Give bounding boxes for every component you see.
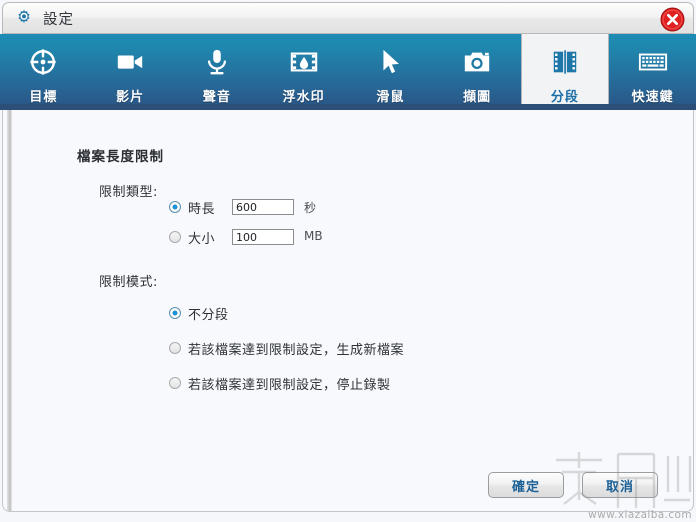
- radio-row-size[interactable]: 大小: [169, 227, 215, 247]
- microphone-icon: [201, 46, 233, 78]
- radio-size-label: 大小: [188, 231, 216, 247]
- title-bar: 設定: [2, 2, 694, 34]
- ok-button[interactable]: 確定: [488, 472, 564, 498]
- tab-audio[interactable]: 聲音: [174, 34, 261, 108]
- duration-unit-label: 秒: [304, 201, 317, 215]
- tab-mouse[interactable]: 滑鼠: [347, 34, 434, 108]
- close-icon[interactable]: [660, 7, 685, 32]
- page-title: 檔案長度限制: [77, 149, 164, 165]
- radio-stop-record[interactable]: [169, 377, 181, 389]
- radio-row-stop-record[interactable]: 若該檔案達到限制設定，停止錄製: [169, 373, 391, 393]
- target-icon: [27, 46, 59, 78]
- radio-new-file-label: 若該檔案達到限制設定，生成新檔案: [188, 342, 405, 358]
- camera-icon: [461, 46, 493, 78]
- limit-type-label: 限制類型:: [99, 185, 158, 200]
- tab-label: 影片: [116, 90, 145, 105]
- settings-window: 設定 目標 影片 聲音 浮水印 滑鼠 擷圖 分段 快速鍵 檔案長度限制 限制類型…: [0, 0, 696, 522]
- tab-video[interactable]: 影片: [87, 34, 174, 108]
- size-value-input[interactable]: [232, 229, 294, 245]
- size-unit-label: MB: [304, 229, 323, 243]
- tab-hotkeys[interactable]: 快速鍵: [609, 34, 696, 108]
- film-split-icon: [549, 46, 581, 78]
- limit-mode-label: 限制模式:: [99, 275, 158, 290]
- radio-no-split-label: 不分段: [188, 307, 229, 323]
- tab-label: 浮水印: [282, 90, 325, 105]
- panel-left-rail: [7, 110, 12, 511]
- gear-icon: [18, 9, 30, 24]
- tab-strip: 目標 影片 聲音 浮水印 滑鼠 擷圖 分段 快速鍵: [0, 34, 696, 108]
- radio-row-no-split[interactable]: 不分段: [169, 303, 229, 323]
- radio-duration[interactable]: [169, 201, 181, 213]
- tab-label: 目標: [29, 90, 58, 105]
- radio-stop-record-label: 若該檔案達到限制設定，停止錄製: [188, 377, 391, 393]
- tab-label: 擷圖: [463, 90, 492, 105]
- split-settings-form: 檔案長度限制 限制類型: 時長 秒 大小 MB 限制模式: 不分段: [13, 110, 689, 511]
- tab-screenshot[interactable]: 擷圖: [434, 34, 521, 108]
- window-title: 設定: [43, 11, 74, 28]
- tab-split[interactable]: 分段: [520, 34, 610, 108]
- radio-size[interactable]: [169, 231, 181, 243]
- radio-duration-label: 時長: [188, 201, 216, 217]
- tab-label: 快速鍵: [631, 90, 674, 105]
- cursor-arrow-icon: [374, 46, 406, 78]
- radio-no-split[interactable]: [169, 307, 181, 319]
- radio-new-file[interactable]: [169, 342, 181, 354]
- tab-label: 滑鼠: [376, 90, 405, 105]
- radio-row-duration[interactable]: 時長: [169, 197, 215, 217]
- tab-watermark[interactable]: 浮水印: [260, 34, 347, 108]
- watermark-film-icon: [288, 46, 320, 78]
- cancel-button[interactable]: 取消: [582, 472, 658, 498]
- keyboard-icon: [637, 46, 669, 78]
- video-camera-icon: [114, 46, 146, 78]
- tab-label: 分段: [550, 90, 579, 105]
- tab-label: 聲音: [202, 90, 231, 105]
- settings-content-panel: 檔案長度限制 限制類型: 時長 秒 大小 MB 限制模式: 不分段: [2, 110, 694, 512]
- radio-row-new-file[interactable]: 若該檔案達到限制設定，生成新檔案: [169, 338, 404, 358]
- tab-target[interactable]: 目標: [0, 34, 87, 108]
- duration-value-input[interactable]: [232, 199, 294, 215]
